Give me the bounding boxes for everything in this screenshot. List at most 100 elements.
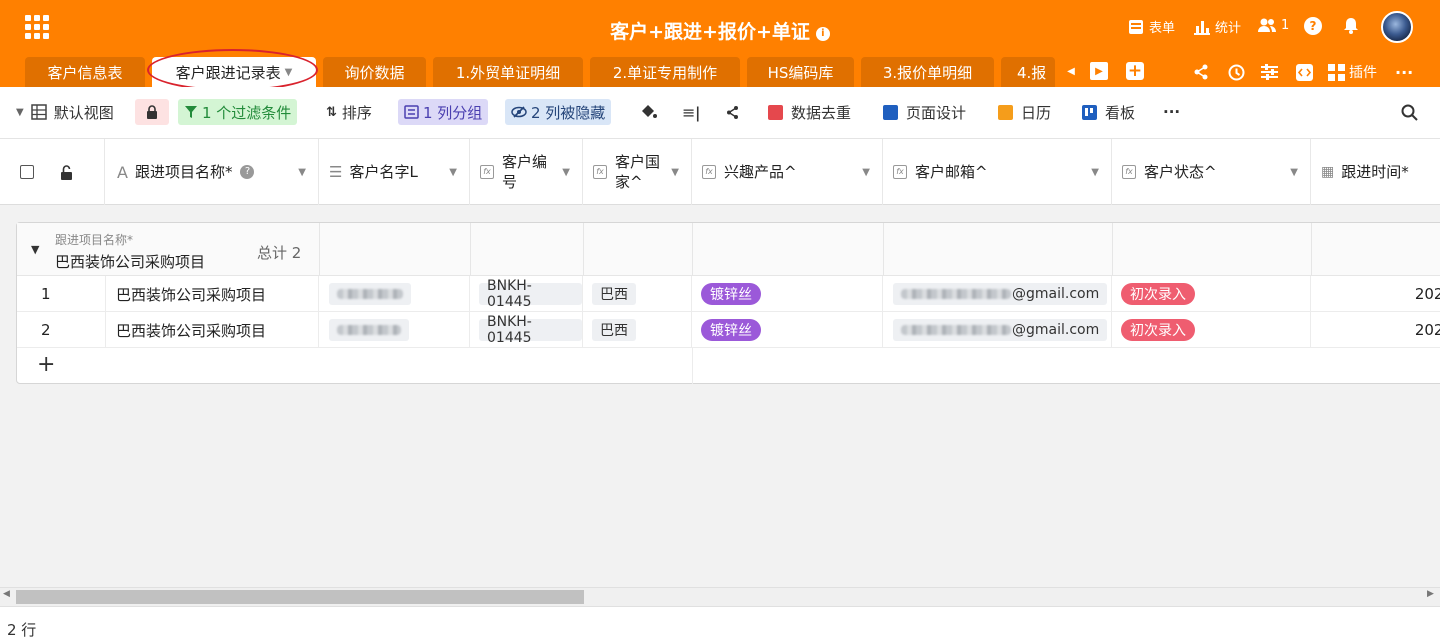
top-bar: 客户+跟进+报价+单证 i 表单 统计 1 ? 客户信息表 客户跟进记录表 ▼ 询价… [0,0,1440,87]
share-view-button[interactable] [725,99,740,125]
followup-time-value: 2022 [1414,321,1440,339]
column-header-product[interactable]: fx 兴趣产品^ ▼ [692,139,883,205]
product-cell[interactable]: 镀锌丝 [692,312,883,348]
scroll-left-arrow-icon[interactable]: ◀ [3,589,10,599]
country-cell[interactable]: 巴西 [583,312,692,348]
collaborators-button[interactable]: 1 [1258,17,1289,33]
dedupe-button[interactable]: 数据去重 [768,99,851,125]
user-avatar[interactable] [1381,11,1413,43]
tab-customer-followup[interactable]: 客户跟进记录表 ▼ [152,57,316,87]
followup-time-cell[interactable]: 2022 [1311,276,1440,312]
column-header-customer-name[interactable]: ☰ 客户名字L ▼ [319,139,470,205]
text-field-icon: A [117,162,128,182]
add-row-button[interactable]: + [37,352,55,377]
select-all-checkbox[interactable] [20,165,34,179]
formula-icon: fx [1122,165,1136,179]
plugins-button[interactable]: 插件 [1328,61,1377,83]
chevron-down-icon[interactable]: ▼ [298,167,306,178]
table-row[interactable]: 2 巴西装饰公司采购项目 BNKH-01445 巴西 镀锌丝 @gmail.co… [17,312,1440,348]
chevron-down-icon[interactable]: ▼ [1091,167,1099,178]
scroll-right-arrow-icon[interactable]: ▶ [1427,589,1434,599]
filter-button[interactable]: 1 个过滤条件 [178,99,298,125]
status-cell[interactable]: 初次录入 [1112,312,1311,348]
help-icon[interactable]: ? [240,165,255,179]
stats-button[interactable]: 统计 [1194,17,1241,36]
form-button[interactable]: 表单 [1128,17,1175,36]
project-name-cell[interactable]: 巴西装饰公司采购项目 [106,276,319,312]
email-cell[interactable]: @gmail.com [883,312,1112,348]
chevron-down-icon[interactable]: ▼ [862,167,870,178]
sort-button[interactable]: ⇅ 排序 [326,99,372,125]
notifications-button[interactable] [1343,17,1359,34]
tab-label: 2.单证专用制作 [612,63,718,82]
settings-button[interactable] [1261,61,1278,83]
customer-name-cell[interactable] [319,312,470,348]
bell-icon [1344,18,1358,34]
project-name-cell[interactable]: 巴西装饰公司采购项目 [106,312,319,348]
calendar-icon [998,104,1013,120]
hidden-columns-button[interactable]: 2 列被隐藏 [505,99,612,125]
chevron-down-icon[interactable]: ▼ [671,167,679,178]
share-icon [727,105,738,119]
group-header[interactable]: ▼ 跟进项目名称* 巴西装饰公司采购项目 总计 2 [17,223,1440,276]
chevron-down-icon[interactable]: ▼ [449,167,457,178]
add-table-button[interactable]: + [1126,61,1144,81]
help-button[interactable]: ? [1304,17,1322,35]
chevron-down-icon[interactable]: ▼ [562,167,570,178]
history-button[interactable] [1228,61,1245,83]
tab-inquiry-data[interactable]: 询价数据 [323,57,426,87]
followup-time-cell[interactable]: 2022 [1311,312,1440,348]
horizontal-scrollbar[interactable]: ◀ ▶ [0,587,1440,606]
tab-truncated[interactable]: 4.报 [1001,57,1055,87]
calendar-button[interactable]: 日历 [998,99,1051,125]
view-selector[interactable]: ▼ 默认视图 [16,99,114,125]
tab-quotation-detail[interactable]: 3.报价单明细 [861,57,994,87]
column-header-followup-time[interactable]: ▦ 跟进时间* [1311,139,1440,205]
tab-scroll-left-icon[interactable]: ◀ [1062,62,1080,80]
tab-docs-production[interactable]: 2.单证专用制作 [590,57,740,87]
search-button[interactable] [1401,99,1418,125]
customer-name-cell[interactable] [319,276,470,312]
toolbar-more-button[interactable]: ··· [1163,99,1180,125]
formula-icon: fx [593,165,607,179]
sort-label: 排序 [341,103,372,122]
kanban-button[interactable]: 看板 [1082,99,1135,125]
email-cell[interactable]: @gmail.com [883,276,1112,312]
column-header-customer-code[interactable]: fx 客户编号 ▼ [470,139,583,205]
status-cell[interactable]: 初次录入 [1112,276,1311,312]
tab-customer-info[interactable]: 客户信息表 [25,57,145,87]
fill-color-button[interactable] [640,99,657,125]
tab-trade-docs-detail[interactable]: 1.外贸单证明细 [433,57,583,87]
chevron-down-icon[interactable]: ▼ [1290,167,1298,178]
product-cell[interactable]: 镀锌丝 [692,276,883,312]
group-button[interactable]: 1 列分组 [398,99,489,125]
calendar-label: 日历 [1021,103,1052,122]
column-header-country[interactable]: fx 客户国家^ ▼ [583,139,692,205]
embed-button[interactable] [1296,61,1313,83]
app-title-text: 客户+跟进+报价+单证 [610,21,810,43]
column-header-project-name[interactable]: A 跟进项目名称* ? ▼ [105,139,319,205]
more-menu-icon[interactable]: ··· [1395,61,1413,83]
tab-hs-code-library[interactable]: HS编码库 [747,57,854,87]
column-header-email[interactable]: fx 客户邮箱^ ▼ [883,139,1112,205]
collapse-group-icon[interactable]: ▼ [31,243,39,256]
tab-dropdown-icon[interactable]: ▼ [285,67,293,78]
customer-code-cell[interactable]: BNKH-01445 [470,276,583,312]
info-icon[interactable]: i [815,27,830,41]
view-lock-button[interactable] [135,99,169,125]
row-height-button[interactable]: ≡ǀ [682,99,700,125]
view-toolbar: ▼ 默认视图 1 个过滤条件 ⇅ 排序 1 列分组 2 列被隐藏 ≡ǀ 数据去重… [0,87,1440,139]
add-row-area: + [17,348,1440,384]
share-button[interactable] [1193,61,1209,83]
country-cell[interactable]: 巴西 [583,276,692,312]
unlock-icon[interactable] [60,164,73,180]
plugins-icon [1328,63,1345,81]
country-chip: 巴西 [592,319,636,341]
table-row[interactable]: 1 巴西装饰公司采购项目 BNKH-01445 巴西 镀锌丝 @gmail.co… [17,276,1440,312]
column-header-status[interactable]: fx 客户状态^ ▼ [1112,139,1311,205]
page-design-button[interactable]: 页面设计 [883,99,966,125]
tab-scroll-right-icon[interactable]: ▶ [1090,62,1108,80]
customer-code-cell[interactable]: BNKH-01445 [470,312,583,348]
scrollbar-thumb[interactable] [16,590,584,604]
dedupe-icon [768,104,783,120]
